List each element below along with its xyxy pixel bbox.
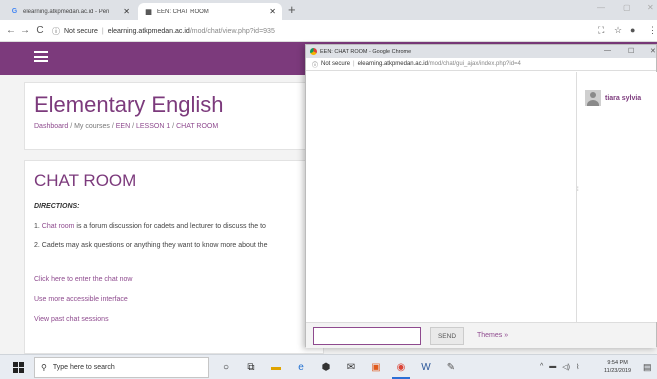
chevron-up-icon[interactable]: ^ [540,363,543,371]
minimize-icon[interactable]: — [597,3,605,12]
moodle-favicon-icon: ▦ [145,8,152,16]
edge-icon[interactable]: e [294,360,308,374]
browser-tab-bar: G elearning.atkpmedan.ac.id - Pen ✕ ▦ EE… [0,0,657,20]
taskbar-clock[interactable]: 9:54 PM 11/23/2019 [604,359,631,375]
chat-message-input[interactable] [313,327,421,345]
search-icon: ⚲ [41,363,47,372]
chat-room-link[interactable]: Chat room [42,223,75,230]
clock-date: 11/23/2019 [604,368,632,374]
url-host: elearning.atkpmedan.ac.id [107,27,190,35]
popup-title: EEN: CHAT ROOM - Google Chrome [320,48,412,55]
past-sessions-link[interactable]: View past chat sessions [34,316,109,323]
direction-item-1: 1. Chat room is a forum discussion for c… [34,223,266,230]
paint-icon[interactable]: ✎ [444,360,458,374]
user-name[interactable]: tiara sylvia [605,95,641,102]
reload-icon[interactable]: C [33,25,47,36]
popup-title-bar[interactable]: EEN: CHAT ROOM - Google Chrome — ☐ ✕ [306,45,656,58]
maximize-icon[interactable]: ▢ [623,3,631,12]
volume-icon[interactable]: ◁) [562,363,570,371]
chrome-icon[interactable]: ◉ [392,360,410,379]
list-item[interactable]: tiara sylvia [585,90,641,106]
info-icon[interactable]: ⓘ [52,26,60,37]
tab-title: EEN: CHAT ROOM [157,8,209,15]
google-favicon-icon: G [11,8,18,15]
chat-messages-area[interactable] [306,72,576,322]
info-icon: ⓘ [312,62,319,69]
star-icon[interactable]: ☆ [614,25,622,36]
security-label: Not secure [321,61,351,67]
direction-item-2: 2. Cadets may ask questions or anything … [34,242,268,249]
direction-text: is a forum discussion for cadets and lec… [74,223,266,230]
task-view-icon[interactable]: ⧉ [244,360,258,374]
chrome-icon [310,48,317,55]
new-tab-button[interactable]: + [288,2,296,17]
url-path: /mod/chat/view.php?id=935 [189,27,275,35]
clock-time: 9:54 PM [607,360,628,366]
account-icon[interactable]: ● [630,25,635,35]
pane-resize-handle[interactable]: ⁞ [577,187,579,193]
search-placeholder: Type here to search [52,364,115,371]
hamburger-menu-icon[interactable] [34,51,48,62]
chat-activity-card: CHAT ROOM DIRECTIONS: 1. Chat room is a … [24,160,324,354]
windows-start-icon[interactable] [13,362,24,373]
breadcrumb-lesson-1[interactable]: LESSON 1 [136,123,170,130]
send-button[interactable]: SEND [430,327,464,345]
system-tray: ^ ▬ ◁) ⌇ [540,363,579,371]
breadcrumb-dashboard[interactable]: Dashboard [34,123,68,130]
address-bar: ← → C ⓘ Not secure | elearning.atkpmedan… [0,20,657,42]
mail-icon[interactable]: ✉ [344,360,358,374]
back-icon[interactable]: ← [4,25,18,36]
popup-url-field: ⓘ Not secure | elearning.atkpmedan.ac.id… [306,58,656,71]
breadcrumb-chat-room[interactable]: CHAT ROOM [176,123,218,130]
store-icon[interactable]: ⬢ [319,360,333,374]
themes-link[interactable]: Themes » [477,332,508,339]
maximize-icon[interactable]: ☐ [628,47,634,55]
tab-close-icon[interactable]: ✕ [123,7,130,16]
breadcrumb-een[interactable]: EEN [116,123,130,130]
menu-icon[interactable]: ⋮ [648,25,657,36]
cortana-icon[interactable]: ○ [219,360,233,374]
course-title: Elementary English [34,92,224,117]
tab-title: elearning.atkpmedan.ac.id - Pen [23,8,110,15]
minimize-icon[interactable]: — [604,47,611,54]
chat-users-list: tiara sylvia [576,72,657,322]
breadcrumb: Dashboard / My courses / EEN / LESSON 1 … [34,123,218,130]
divider: | [353,61,355,67]
media-icon[interactable]: ▣ [369,360,383,374]
close-icon[interactable]: ✕ [650,47,656,55]
divider: | [101,27,104,35]
file-explorer-icon[interactable]: ▬ [269,360,283,374]
security-label: Not secure [64,27,98,35]
accessible-interface-link[interactable]: Use more accessible interface [34,296,128,303]
network-icon[interactable]: ⌇ [576,363,579,371]
avatar [585,90,601,106]
battery-icon[interactable]: ▬ [549,363,556,371]
list-number: 1. [34,223,42,230]
translate-icon[interactable]: ⛶ [598,25,604,36]
chat-input-bar: SEND Themes » [306,322,656,348]
word-icon[interactable]: W [419,360,433,374]
breadcrumb-my-courses[interactable]: My courses [74,123,110,130]
forward-icon[interactable]: → [18,25,32,36]
notification-icon[interactable]: ▤ [643,362,652,373]
close-icon[interactable]: ✕ [647,3,654,12]
course-header: Elementary English Dashboard / My course… [24,82,324,150]
url-field[interactable]: ⓘ Not secure | elearning.atkpmedan.ac.id… [52,23,592,39]
taskbar-search-input[interactable]: ⚲ Type here to search [34,357,209,378]
url-path: /mod/chat/gui_ajax/index.php?id=4 [427,61,521,67]
url-host: elearning.atkpmedan.ac.id [357,61,428,67]
chat-popup-window: EEN: CHAT ROOM - Google Chrome — ☐ ✕ ⓘ N… [305,44,657,348]
page-title: CHAT ROOM [34,171,137,190]
windows-taskbar: ⚲ Type here to search ^ ▬ ◁) ⌇ 9:54 PM 1… [0,354,657,379]
tab-chat-room[interactable]: ▦ EEN: CHAT ROOM ✕ [138,3,282,20]
directions-heading: DIRECTIONS: [34,203,80,210]
tab-close-icon[interactable]: ✕ [269,7,276,16]
tab-elearning[interactable]: G elearning.atkpmedan.ac.id - Pen ✕ [4,3,136,20]
enter-chat-link[interactable]: Click here to enter the chat now [34,276,132,283]
